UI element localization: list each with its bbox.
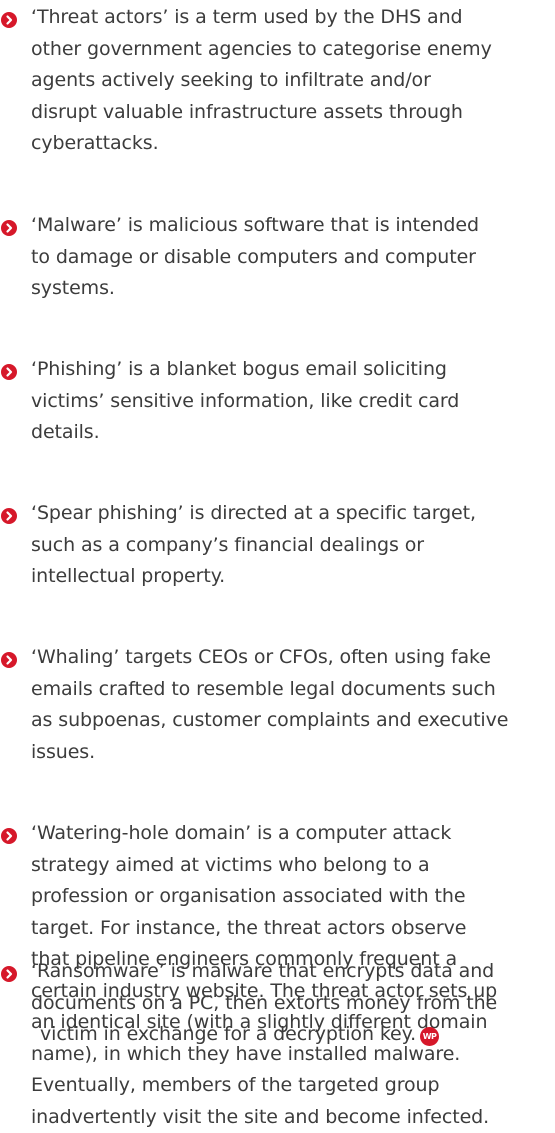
chevron-right-icon: [1, 508, 17, 524]
text-line: ‘Whaling’ targets CEOs or CFOs, often us…: [31, 642, 546, 674]
text-line: target. For instance, the threat actors …: [31, 913, 546, 945]
text-line: issues.: [31, 737, 546, 769]
text-line: such as a company’s financial dealings o…: [31, 530, 546, 562]
text-line: ‘Threat actors’ is a term used by the DH…: [31, 2, 546, 34]
end-mark-logo-icon: WP: [420, 1027, 439, 1046]
list-item-text: ‘Ransomware’ is malware that encrypts da…: [31, 956, 546, 1051]
text-line: systems.: [31, 273, 546, 305]
list-item-text: ‘Threat actors’ is a term used by the DH…: [31, 2, 546, 160]
text-line: profession or organisation associated wi…: [31, 881, 546, 913]
text-line: victims’ sensitive information, like cre…: [31, 386, 546, 418]
chevron-right-icon: [1, 828, 17, 844]
chevron-right-icon: [1, 966, 17, 982]
text-line: cyberattacks.: [31, 128, 546, 160]
text-line: agents actively seeking to infiltrate an…: [31, 65, 546, 97]
text-line: to damage or disable computers and compu…: [31, 242, 546, 274]
list-item-text: ‘Whaling’ targets CEOs or CFOs, often us…: [31, 642, 546, 768]
chevron-right-icon: [1, 220, 17, 236]
text-line: strategy aimed at victims who belong to …: [31, 850, 546, 882]
text-line: disrupt valuable infrastructure assets t…: [31, 97, 546, 129]
chevron-right-icon: [1, 364, 17, 380]
list-item-text: ‘Spear phishing’ is directed at a specif…: [31, 498, 546, 593]
text-line: ‘Watering-hole domain’ is a computer att…: [31, 818, 546, 850]
text-line: other government agencies to categorise …: [31, 34, 546, 66]
list-item-text: ‘Malware’ is malicious software that is …: [31, 210, 546, 305]
text-line: as subpoenas, customer complaints and ex…: [31, 705, 546, 737]
list-item-text: ‘Phishing’ is a blanket bogus email soli…: [31, 354, 546, 449]
chevron-right-icon: [1, 12, 17, 28]
text-line: ‘Phishing’ is a blanket bogus email soli…: [31, 354, 546, 386]
text-line: inadvertently visit the site and become …: [31, 1102, 546, 1133]
chevron-right-icon: [1, 652, 17, 668]
text-line: details.: [31, 417, 546, 449]
text-line: ‘Ransomware’ is malware that encrypts da…: [31, 956, 546, 988]
text-line: intellectual property.: [31, 561, 546, 593]
text-line: ‘Spear phishing’ is directed at a specif…: [31, 498, 546, 530]
text-line: documents on a PC, then extorts money fr…: [31, 988, 546, 1020]
text-line: ‘Malware’ is malicious software that is …: [31, 210, 546, 242]
text-line: emails crafted to resemble legal documen…: [31, 674, 546, 706]
text-line: Eventually, members of the targeted grou…: [31, 1070, 546, 1102]
text-line: victim in exchange for a decryption key.…: [31, 1019, 546, 1051]
